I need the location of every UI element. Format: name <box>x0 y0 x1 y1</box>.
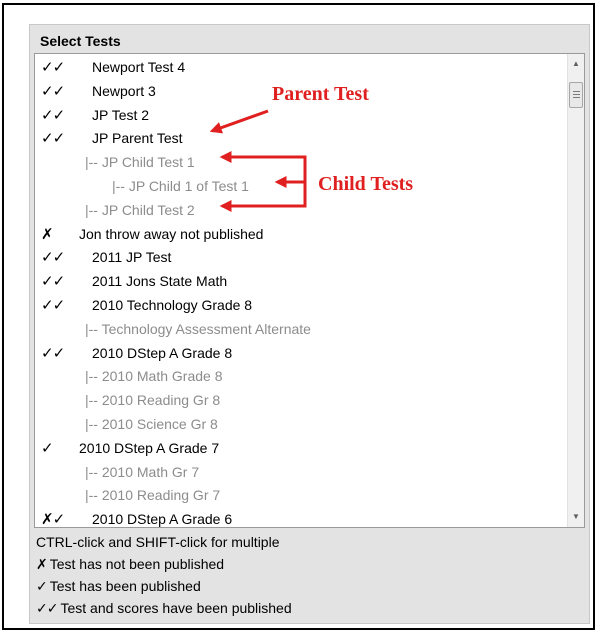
list-item-label: 2011 Jons State Math <box>92 273 228 290</box>
legend-scores-published: ✓✓ Test and scores have been published <box>36 597 292 619</box>
list-item[interactable]: ✓ 2010 DStep A Grade 7 <box>35 437 565 461</box>
list-item[interactable]: ✓✓ 2011 JP Test <box>35 246 565 270</box>
scroll-thumb[interactable] <box>569 82 583 108</box>
list-item[interactable]: |-- JP Child Test 1 <box>35 151 565 175</box>
list-item-label: |-- JP Child Test 2 <box>85 201 195 218</box>
list-item[interactable]: ✓✓ 2010 Technology Grade 8 <box>35 294 565 318</box>
list-item[interactable]: |-- 2010 Science Gr 8 <box>35 413 565 437</box>
list-item-label: |-- 2010 Reading Gr 7 <box>85 487 221 504</box>
instructions-text: CTRL-click and SHIFT-click for multiple <box>36 534 280 550</box>
check-mark-icon: ✓✓ <box>41 343 65 362</box>
check-mark-icon: ✓✓ <box>41 58 65 76</box>
list-item-label: |-- JP Child Test 1 <box>85 154 195 171</box>
list-item-label: 2011 JP Test <box>92 249 172 266</box>
list-item[interactable]: |-- 2010 Math Grade 8 <box>35 365 565 389</box>
tests-listbox[interactable]: ✓✓ Newport Test 4 ✓✓ Newport 3 ✓✓ JP Test 2 ✓✓… <box>34 53 585 528</box>
x-mark-icon: ✗✓ <box>41 510 65 528</box>
list-item-label: JP Parent Test <box>92 130 183 147</box>
list-item-label: |-- JP Child 1 of Test 1 <box>112 177 249 194</box>
list-item[interactable]: |-- 2010 Math Gr 7 <box>35 461 565 485</box>
list-item[interactable]: |-- Technology Assessment Alternate <box>35 318 565 342</box>
x-mark-icon: ✗ <box>36 557 48 573</box>
thumb-grip-icon <box>573 94 580 95</box>
list-item-label: |-- 2010 Reading Gr 8 <box>85 392 221 409</box>
check-mark-icon: ✓✓ <box>41 81 65 100</box>
check-mark-icon: ✓✓ <box>41 129 65 148</box>
list-item[interactable]: ✓✓ JP Parent Test <box>35 127 565 151</box>
list-item[interactable]: ✗✓ 2010 DStep A Grade 6 <box>35 508 565 528</box>
list-item-label: 2010 DStep A Grade 7 <box>79 439 220 456</box>
legend-text: Test and scores have been published <box>60 600 292 616</box>
legend-published: ✓ Test has been published <box>36 575 292 597</box>
check-mark-icon: ✓✓ <box>41 272 65 291</box>
list-item-label: |-- Technology Assessment Alternate <box>85 320 311 337</box>
list-item[interactable]: |-- 2010 Reading Gr 8 <box>35 389 565 413</box>
check-mark-icon: ✓✓ <box>41 248 65 267</box>
list-item-label: JP Test 2 <box>92 106 150 123</box>
check-mark-icon: ✓✓ <box>41 105 65 124</box>
legend-not-published: ✗ Test has not been published <box>36 553 292 575</box>
listbox-scrollbar[interactable]: ▲ ▼ <box>567 54 584 527</box>
list-item[interactable]: ✓✓ 2010 DStep A Grade 8 <box>35 342 565 366</box>
list-item[interactable]: |-- JP Child 1 of Test 1 <box>35 175 565 199</box>
list-item-label: 2010 DStep A Grade 8 <box>92 344 233 361</box>
list-item-label: |-- 2010 Math Gr 7 <box>85 463 200 480</box>
scroll-down-icon[interactable]: ▼ <box>568 509 584 525</box>
list-item[interactable]: ✓✓ JP Test 2 <box>35 104 565 128</box>
double-check-mark-icon: ✓✓ <box>36 601 58 617</box>
list-item[interactable]: |-- 2010 Reading Gr 7 <box>35 484 565 508</box>
list-item-label: |-- 2010 Math Grade 8 <box>85 368 223 385</box>
x-mark-icon: ✗ <box>41 224 54 243</box>
check-mark-icon: ✓ <box>36 579 48 595</box>
thumb-grip-icon <box>573 97 580 98</box>
list-item-label: Newport 3 <box>92 82 156 99</box>
scroll-up-icon[interactable]: ▲ <box>568 56 584 72</box>
legend-text: Test has been published <box>49 578 201 594</box>
check-mark-icon: ✓ <box>41 438 54 457</box>
panel-title: Select Tests <box>40 33 121 49</box>
list-item[interactable]: ✗ Jon throw away not published <box>35 223 565 247</box>
list-item-label: Jon throw away not published <box>79 225 264 242</box>
select-tests-panel: Select Tests ✓✓ Newport Test 4 ✓✓ Newport 3… <box>29 24 590 624</box>
list-item-label: 2010 Technology Grade 8 <box>92 296 253 313</box>
list-item-label: Newport Test 4 <box>92 59 186 75</box>
tests-list: ✓✓ Newport Test 4 ✓✓ Newport 3 ✓✓ JP Test 2 ✓✓… <box>35 56 565 528</box>
legend: CTRL-click and SHIFT-click for multiple … <box>36 531 292 619</box>
list-item-label: 2010 DStep A Grade 6 <box>92 511 233 528</box>
list-item[interactable]: |-- JP Child Test 2 <box>35 199 565 223</box>
child-tests-annotation: Child Tests <box>318 173 414 195</box>
parent-test-annotation: Parent Test <box>272 83 369 105</box>
list-item[interactable]: ✓✓ 2011 Jons State Math <box>35 270 565 294</box>
thumb-grip-icon <box>573 91 580 92</box>
list-item[interactable]: ✓✓ Newport Test 4 <box>35 56 565 80</box>
legend-text: Test has not been published <box>49 556 225 572</box>
list-item-label: |-- 2010 Science Gr 8 <box>85 415 218 432</box>
check-mark-icon: ✓✓ <box>41 295 65 314</box>
